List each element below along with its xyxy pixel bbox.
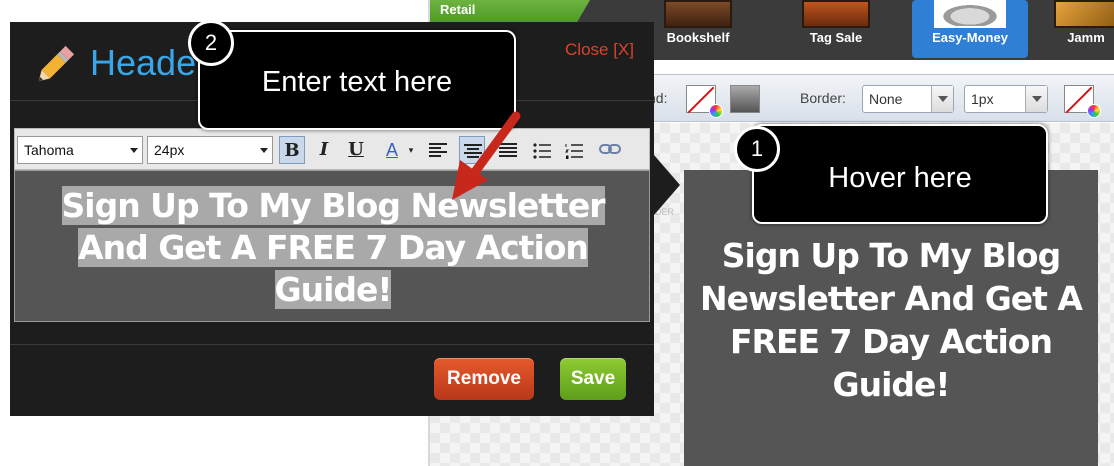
modal-pointer <box>654 155 680 215</box>
border-width-select[interactable]: 1px <box>964 85 1048 113</box>
template-tag-sale[interactable]: Tag Sale <box>786 0 886 56</box>
font-color-button[interactable]: A <box>379 136 405 164</box>
divider <box>10 344 654 345</box>
background-color-none-swatch[interactable] <box>686 85 723 118</box>
pencil-icon <box>38 45 75 82</box>
border-style-value: None <box>869 91 903 107</box>
chevron-down-icon <box>1025 86 1047 112</box>
template-label: Bookshelf <box>666 30 730 45</box>
step-2-badge: 2 <box>188 20 234 66</box>
selected-text-line: Guide! <box>274 270 392 309</box>
template-thumbnail <box>1054 0 1114 28</box>
preview-headline: Sign Up To My Blog Newsletter And Get A … <box>700 236 1083 404</box>
template-thumbnail <box>802 0 870 28</box>
retail-category-tab[interactable]: Retail <box>430 0 590 22</box>
remove-button[interactable]: Remove <box>434 358 534 400</box>
border-style-select[interactable]: None <box>862 85 954 113</box>
red-arrow-icon <box>452 111 521 200</box>
template-jamm[interactable]: Jamm <box>1046 0 1114 56</box>
link-icon[interactable] <box>595 136 621 164</box>
font-family-value: Tahoma <box>24 142 74 158</box>
template-thumbnail <box>664 0 732 28</box>
chevron-down-icon <box>130 148 138 157</box>
border-color-swatch[interactable] <box>1064 85 1101 118</box>
bulleted-list-icon[interactable] <box>529 136 555 164</box>
border-width-value: 1px <box>971 91 994 107</box>
template-thumbnail <box>934 0 1006 28</box>
selected-text-line: And Get A FREE 7 Day Action <box>78 228 589 267</box>
background-gradient-swatch[interactable] <box>730 85 760 113</box>
template-label: Easy-Money <box>932 30 1008 45</box>
color-wheel-icon <box>1087 104 1101 118</box>
font-size-select[interactable]: 24px <box>147 136 273 164</box>
chevron-down-icon <box>931 86 953 112</box>
font-size-value: 24px <box>154 142 185 158</box>
color-wheel-icon <box>709 104 723 118</box>
editor-text-content: Sign Up To My Blog Newsletter And Get A … <box>41 185 625 311</box>
italic-button[interactable]: I <box>311 136 337 164</box>
font-color-dropdown-icon[interactable]: ▾ <box>405 136 417 164</box>
bold-button[interactable]: B <box>279 136 305 164</box>
numbered-list-icon[interactable] <box>561 136 587 164</box>
template-label: Jamm <box>1067 30 1105 45</box>
callout-hover-here: Hover here <box>752 124 1048 224</box>
font-family-select[interactable]: Tahoma <box>17 136 143 164</box>
close-button[interactable]: Close [X] <box>565 40 634 60</box>
save-button[interactable]: Save <box>560 358 626 400</box>
template-label: Tag Sale <box>809 30 863 45</box>
step-1-badge: 1 <box>734 126 780 172</box>
template-easy-money-selected[interactable]: Easy-Money <box>912 0 1028 58</box>
rich-text-toolbar: Tahoma 24px B I U A ▾ <box>14 128 650 170</box>
underline-button[interactable]: U <box>343 136 369 164</box>
template-bookshelf[interactable]: Bookshelf <box>648 0 748 56</box>
chevron-down-icon <box>260 148 268 157</box>
border-label: Border: <box>800 90 846 106</box>
header-text-editor[interactable]: Sign Up To My Blog Newsletter And Get A … <box>14 170 650 322</box>
